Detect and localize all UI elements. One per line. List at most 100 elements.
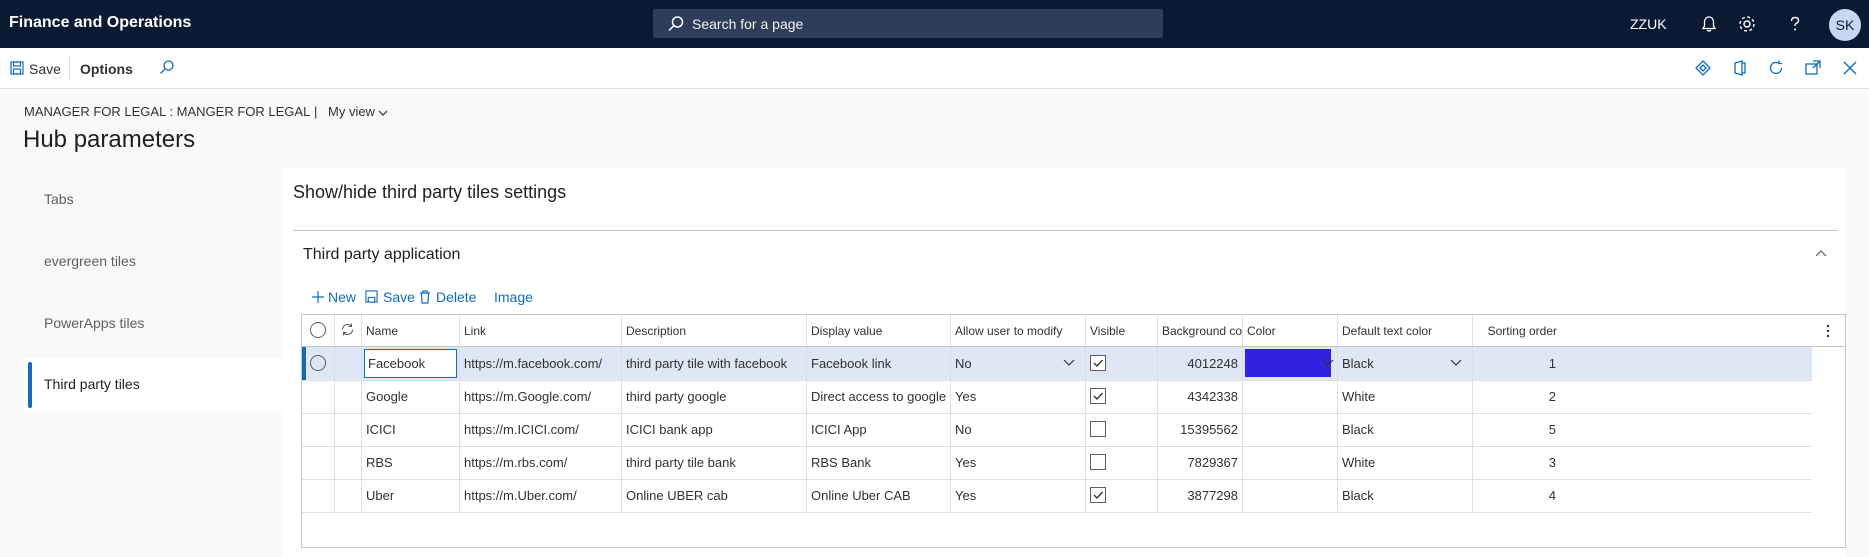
- column-header-default-text-color[interactable]: Default text color: [1338, 315, 1473, 346]
- display-value-cell[interactable]: Direct access to google: [807, 380, 951, 413]
- name-input[interactable]: Facebook: [364, 349, 457, 378]
- name-cell[interactable]: RBS: [362, 446, 460, 479]
- column-header-link[interactable]: Link: [460, 315, 622, 346]
- visible-cell[interactable]: [1086, 479, 1158, 512]
- visible-cell[interactable]: [1086, 446, 1158, 479]
- visible-checkbox[interactable]: [1090, 421, 1106, 437]
- column-header-allow-modify[interactable]: Allow user to modify: [951, 315, 1086, 346]
- tab-third-party-tiles[interactable]: Third party tiles: [24, 358, 282, 412]
- diamond-icon[interactable]: [1693, 58, 1713, 78]
- column-header-background-color[interactable]: Background co...: [1158, 315, 1243, 346]
- link-cell[interactable]: https://m.Uber.com/: [460, 479, 622, 512]
- allow-modify-cell[interactable]: Yes: [951, 446, 1086, 479]
- visible-cell[interactable]: [1086, 347, 1158, 380]
- background-color-cell[interactable]: 4012248: [1158, 347, 1243, 380]
- page-search-box[interactable]: Search for a page: [653, 9, 1163, 38]
- column-header-visible[interactable]: Visible: [1086, 315, 1158, 346]
- sorting-order-cell[interactable]: 5: [1473, 413, 1560, 446]
- name-cell[interactable]: Facebook: [362, 347, 460, 380]
- text-color-dropdown[interactable]: Black: [1338, 347, 1473, 380]
- name-cell[interactable]: ICICI: [362, 413, 460, 446]
- name-cell[interactable]: Google: [362, 380, 460, 413]
- description-cell[interactable]: ICICI bank app: [622, 413, 807, 446]
- column-header-description[interactable]: Description: [622, 315, 807, 346]
- name-cell[interactable]: Uber: [362, 479, 460, 512]
- visible-checkbox[interactable]: [1090, 355, 1106, 371]
- description-cell[interactable]: Online UBER cab: [622, 479, 807, 512]
- color-cell[interactable]: [1243, 446, 1338, 479]
- table-row[interactable]: Facebook https://m.facebook.com/ third p…: [302, 347, 1812, 381]
- search-icon[interactable]: [159, 59, 175, 75]
- color-cell[interactable]: [1243, 413, 1338, 446]
- allow-modify-cell[interactable]: Yes: [951, 479, 1086, 512]
- grid-save-button[interactable]: Save: [365, 288, 415, 308]
- sorting-order-cell[interactable]: 1: [1473, 347, 1560, 380]
- display-value-cell[interactable]: RBS Bank: [807, 446, 951, 479]
- bell-icon[interactable]: [1698, 13, 1720, 35]
- visible-cell[interactable]: [1086, 380, 1158, 413]
- new-button[interactable]: New: [311, 288, 361, 308]
- background-color-cell[interactable]: 7829367: [1158, 446, 1243, 479]
- color-cell[interactable]: [1243, 380, 1338, 413]
- link-cell[interactable]: https://m.ICICI.com/: [460, 413, 622, 446]
- sorting-order-cell[interactable]: 2: [1473, 380, 1560, 413]
- column-header-sorting-order[interactable]: Sorting order: [1473, 315, 1567, 346]
- app-title[interactable]: Finance and Operations: [9, 14, 191, 32]
- visible-checkbox[interactable]: [1090, 454, 1106, 470]
- row-select-cell[interactable]: [302, 347, 335, 380]
- section-header[interactable]: Third party application: [303, 246, 460, 264]
- background-color-cell[interactable]: 15395562: [1158, 413, 1243, 446]
- display-value-cell[interactable]: Facebook link: [807, 347, 951, 380]
- column-header-display-value[interactable]: Display value: [807, 315, 951, 346]
- allow-modify-cell[interactable]: No: [951, 413, 1086, 446]
- delete-button[interactable]: Delete: [419, 288, 479, 308]
- text-color-cell[interactable]: White: [1338, 446, 1473, 479]
- options-button[interactable]: Options: [80, 61, 133, 77]
- help-icon[interactable]: [1784, 13, 1806, 35]
- table-row[interactable]: Uber https://m.Uber.com/ Online UBER cab…: [302, 479, 1812, 513]
- table-row[interactable]: Google https://m.Google.com/ third party…: [302, 380, 1812, 414]
- description-cell[interactable]: third party tile bank: [622, 446, 807, 479]
- select-all-header[interactable]: [302, 315, 335, 346]
- text-color-cell[interactable]: Black: [1338, 479, 1473, 512]
- allow-modify-dropdown[interactable]: No: [951, 347, 1086, 380]
- close-icon[interactable]: [1840, 58, 1860, 78]
- user-avatar[interactable]: SK: [1829, 9, 1861, 41]
- tab-evergreen-tiles[interactable]: evergreen tiles: [24, 235, 282, 289]
- office-icon[interactable]: [1730, 58, 1750, 78]
- row-select-radio[interactable]: [310, 355, 326, 371]
- allow-modify-cell[interactable]: Yes: [951, 380, 1086, 413]
- visible-checkbox[interactable]: [1090, 388, 1106, 404]
- background-color-cell[interactable]: 4342338: [1158, 380, 1243, 413]
- gear-icon[interactable]: [1736, 13, 1758, 35]
- display-value-cell[interactable]: ICICI App: [807, 413, 951, 446]
- open-new-window-icon[interactable]: [1803, 58, 1823, 78]
- chevron-up-icon[interactable]: [1814, 248, 1828, 260]
- image-button[interactable]: Image: [494, 288, 534, 308]
- refresh-icon[interactable]: [1766, 58, 1786, 78]
- more-options-icon[interactable]: [1825, 323, 1831, 339]
- description-cell[interactable]: third party tile with facebook: [622, 347, 807, 380]
- visible-checkbox[interactable]: [1090, 487, 1106, 503]
- table-row[interactable]: ICICI https://m.ICICI.com/ ICICI bank ap…: [302, 413, 1812, 447]
- visible-cell[interactable]: [1086, 413, 1158, 446]
- column-header-name[interactable]: Name: [362, 315, 460, 346]
- sorting-order-cell[interactable]: 3: [1473, 446, 1560, 479]
- tab-tabs[interactable]: Tabs: [24, 173, 282, 227]
- company-picker[interactable]: ZZUK: [1630, 16, 1667, 32]
- sorting-order-cell[interactable]: 4: [1473, 479, 1560, 512]
- link-cell[interactable]: https://m.facebook.com/: [460, 347, 622, 380]
- link-cell[interactable]: https://m.Google.com/: [460, 380, 622, 413]
- text-color-cell[interactable]: Black: [1338, 413, 1473, 446]
- description-cell[interactable]: third party google: [622, 380, 807, 413]
- row-select-cell[interactable]: [302, 479, 335, 512]
- row-select-cell[interactable]: [302, 413, 335, 446]
- column-header-color[interactable]: Color: [1243, 315, 1338, 346]
- display-value-cell[interactable]: Online Uber CAB: [807, 479, 951, 512]
- view-selector[interactable]: My view: [328, 104, 389, 119]
- background-color-cell[interactable]: 3877298: [1158, 479, 1243, 512]
- color-picker[interactable]: [1243, 347, 1338, 380]
- row-select-cell[interactable]: [302, 380, 335, 413]
- color-cell[interactable]: [1243, 479, 1338, 512]
- refresh-header[interactable]: [335, 315, 362, 346]
